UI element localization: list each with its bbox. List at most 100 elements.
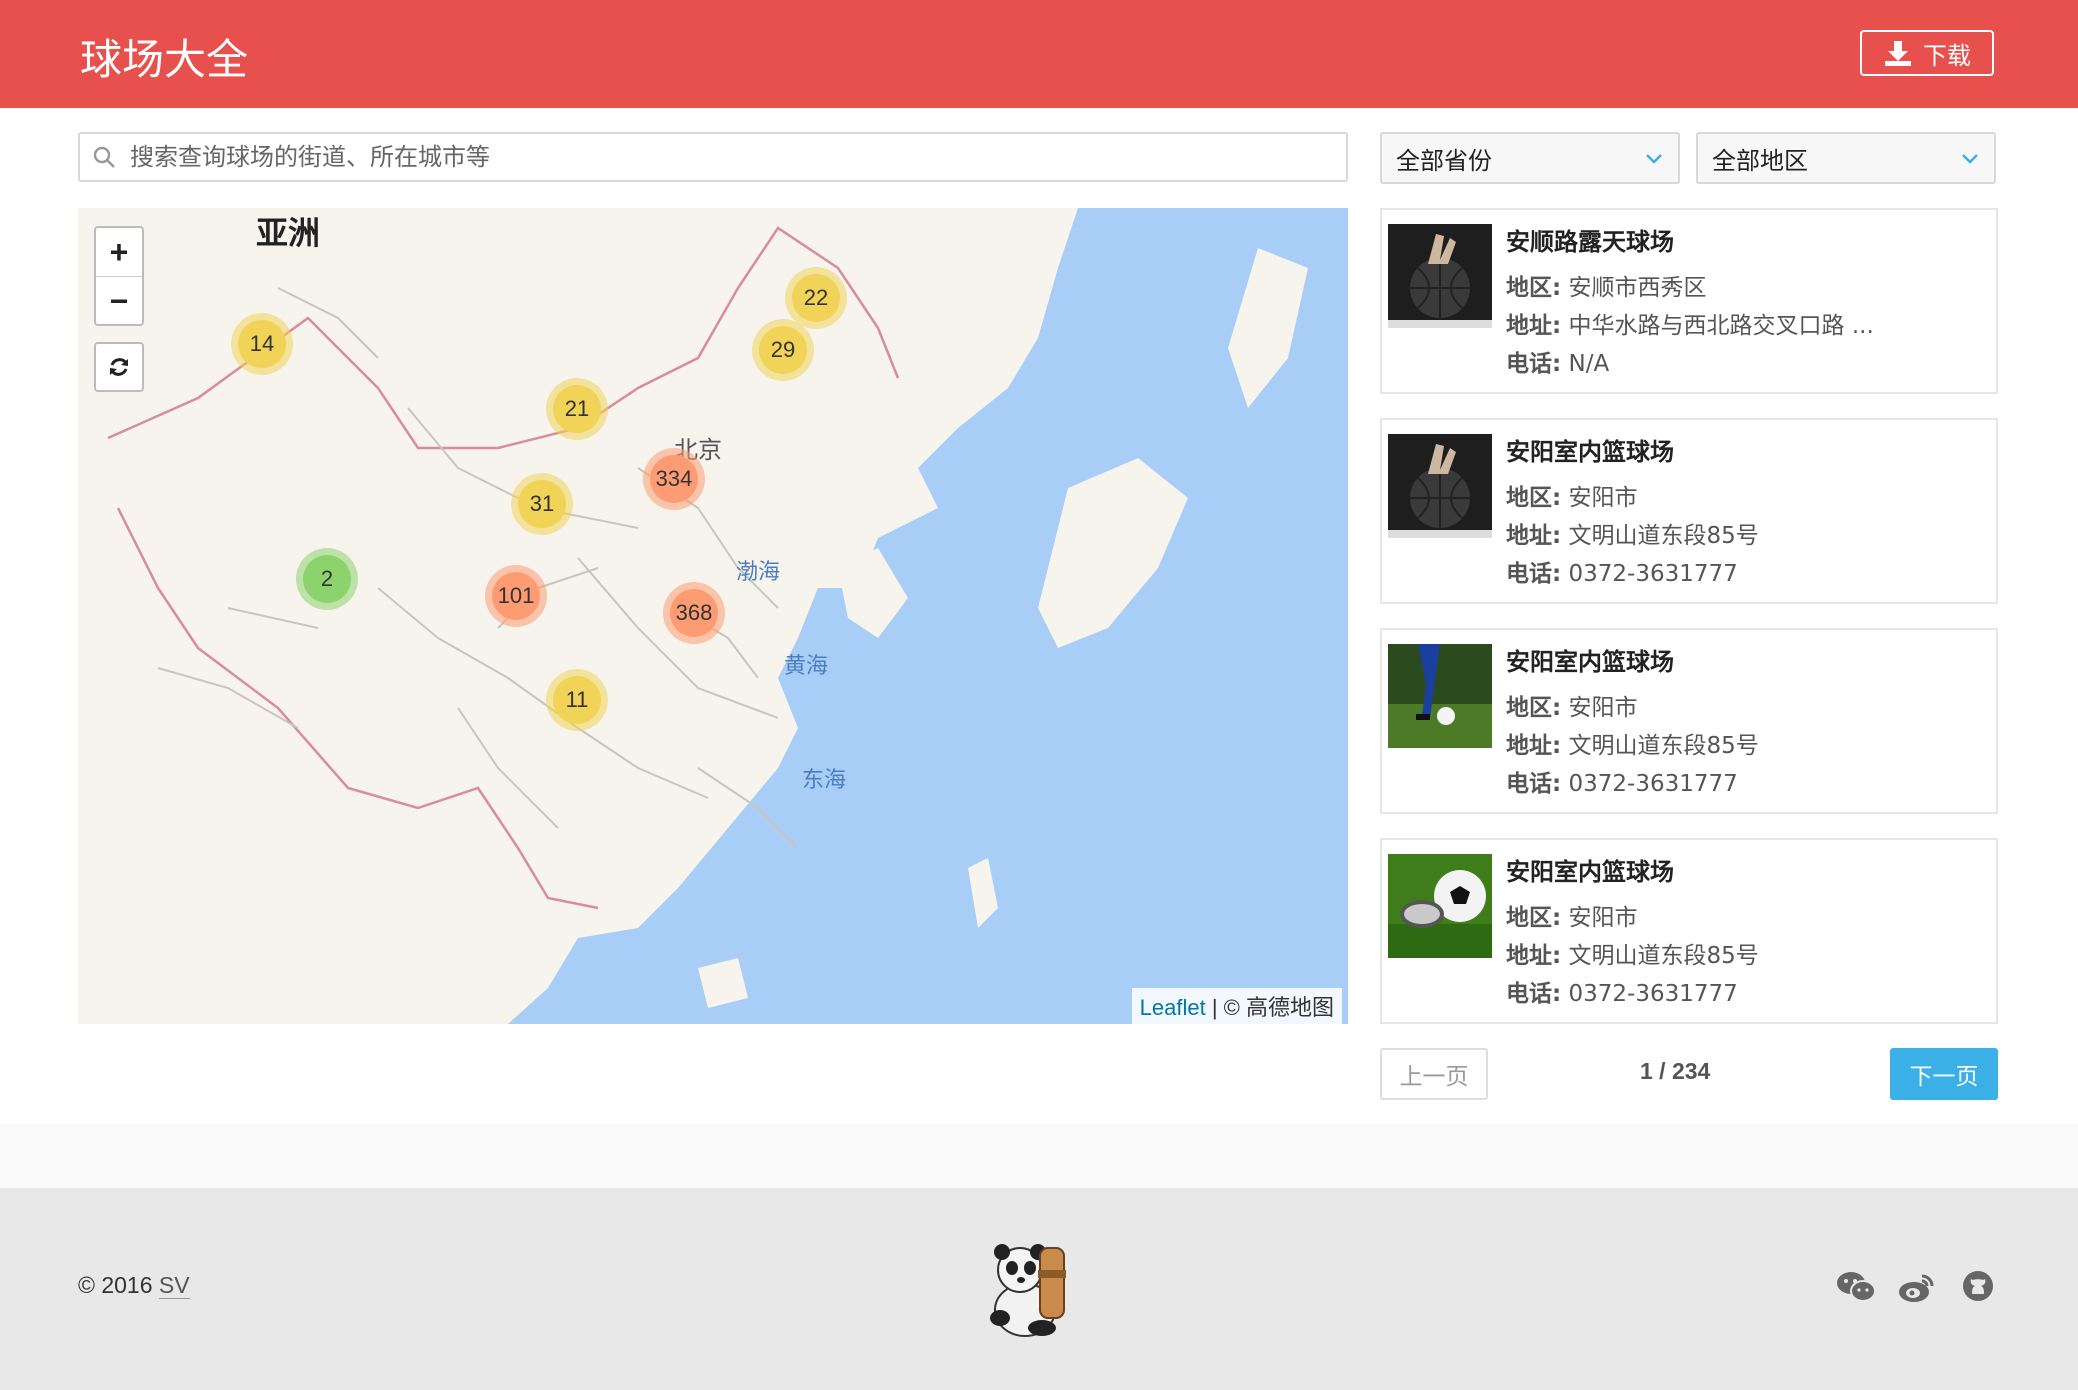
- cluster-count: 368: [670, 589, 718, 637]
- map-view[interactable]: 亚洲 北京 渤海 黄海 东海 14 22 29 21 334 31 2 101 368 11 + …: [78, 208, 1348, 1024]
- court-phone: 0372-3631777: [1568, 561, 1738, 587]
- court-region-row: 地区: 安阳市: [1506, 478, 1638, 512]
- court-address: 中华水路与西北路交叉口路 ...: [1568, 313, 1874, 339]
- court-card[interactable]: 安阳室内篮球场 地区: 安阳市 地址: 文明山道东段85号 电话: 0372-3631…: [1380, 628, 1998, 814]
- prev-page-button[interactable]: 上一页: [1380, 1048, 1488, 1100]
- court-thumbnail: [1388, 224, 1492, 328]
- court-phone: N/A: [1568, 351, 1610, 377]
- court-region-row: 地区: 安阳市: [1506, 898, 1638, 932]
- court-region-row: 地区: 安顺市西秀区: [1506, 268, 1707, 302]
- panda-mascot-icon: [990, 1244, 1066, 1337]
- next-page-button[interactable]: 下一页: [1890, 1048, 1998, 1100]
- court-address-row: 地址: 文明山道东段85号: [1506, 936, 1759, 970]
- cluster-marker[interactable]: 2: [296, 548, 358, 610]
- court-address-row: 地址: 文明山道东段85号: [1506, 516, 1759, 550]
- search-icon: [93, 146, 115, 168]
- cluster-marker[interactable]: 11: [546, 669, 608, 731]
- court-phone: 0372-3631777: [1568, 771, 1738, 797]
- cluster-count: 21: [553, 385, 601, 433]
- copyright-text: © 2016: [78, 1272, 153, 1298]
- court-name: 安阳室内篮球场: [1506, 858, 1674, 886]
- court-name: 安阳室内篮球场: [1506, 648, 1674, 676]
- court-region: 安阳市: [1568, 905, 1638, 931]
- region-select[interactable]: 全部地区: [1696, 132, 1996, 184]
- chevron-down-icon: [1646, 154, 1662, 164]
- region-label: 地区:: [1506, 485, 1562, 511]
- reset-view-button[interactable]: [94, 342, 144, 392]
- court-address: 文明山道东段85号: [1568, 733, 1759, 759]
- province-select[interactable]: 全部省份: [1380, 132, 1680, 184]
- court-thumbnail: [1388, 434, 1492, 538]
- court-address-row: 地址: 中华水路与西北路交叉口路 ...: [1506, 306, 1874, 340]
- region-label: 地区:: [1506, 275, 1562, 301]
- weibo-icon[interactable]: [1898, 1270, 1936, 1304]
- spacer-band: [0, 1124, 2078, 1188]
- court-thumbnail: [1388, 854, 1492, 958]
- cluster-marker[interactable]: 14: [231, 313, 293, 375]
- sea-label-bohai: 渤海: [736, 560, 781, 585]
- region-select-value: 全部地区: [1712, 146, 1808, 175]
- download-label: 下载: [1923, 41, 1971, 70]
- court-name: 安顺路露天球场: [1506, 228, 1674, 256]
- cluster-count: 11: [553, 676, 601, 724]
- address-label: 地址:: [1506, 523, 1562, 549]
- search-box: [78, 132, 1348, 182]
- author-link[interactable]: SV: [158, 1272, 190, 1299]
- continent-label: 亚洲: [256, 214, 321, 252]
- search-input[interactable]: [128, 142, 1312, 172]
- court-region: 安顺市西秀区: [1568, 275, 1707, 301]
- court-phone-row: 电话: N/A: [1506, 344, 1609, 378]
- zoom-out-button[interactable]: −: [96, 277, 142, 325]
- address-label: 地址:: [1506, 313, 1562, 339]
- zoom-in-button[interactable]: +: [96, 228, 142, 277]
- cluster-count: 2: [303, 555, 351, 603]
- region-label: 地区:: [1506, 905, 1562, 931]
- cluster-marker[interactable]: 22: [785, 267, 847, 329]
- court-phone: 0372-3631777: [1568, 981, 1738, 1007]
- site-title[interactable]: 球场大全: [80, 26, 248, 87]
- court-phone-row: 电话: 0372-3631777: [1506, 974, 1738, 1008]
- cluster-marker[interactable]: 101: [485, 565, 547, 627]
- page-indicator: 1 / 234: [1640, 1058, 1711, 1084]
- court-name: 安阳室内篮球场: [1506, 438, 1674, 466]
- cluster-count: 14: [238, 320, 286, 368]
- phone-label: 电话:: [1506, 561, 1562, 587]
- address-label: 地址:: [1506, 943, 1562, 969]
- cluster-count: 22: [792, 274, 840, 322]
- attribution-text: | © 高德地图: [1211, 995, 1334, 1020]
- court-card[interactable]: 安阳室内篮球场 地区: 安阳市 地址: 文明山道东段85号 电话: 0372-3631…: [1380, 418, 1998, 604]
- cluster-marker[interactable]: 31: [511, 473, 573, 535]
- court-region: 安阳市: [1568, 695, 1638, 721]
- court-card[interactable]: 安顺路露天球场 地区: 安顺市西秀区 地址: 中华水路与西北路交叉口路 ... 电话:…: [1380, 208, 1998, 394]
- cluster-marker[interactable]: 334: [643, 448, 705, 510]
- chevron-down-icon: [1962, 154, 1978, 164]
- cluster-count: 101: [492, 572, 540, 620]
- province-select-value: 全部省份: [1396, 146, 1492, 175]
- court-address: 文明山道东段85号: [1568, 943, 1759, 969]
- court-region: 安阳市: [1568, 485, 1638, 511]
- top-navbar: 球场大全 下载: [0, 0, 2078, 108]
- download-button[interactable]: 下载: [1860, 30, 1994, 76]
- address-label: 地址:: [1506, 733, 1562, 759]
- sea-label-donghai: 东海: [802, 768, 847, 793]
- phone-label: 电话:: [1506, 771, 1562, 797]
- cluster-count: 29: [759, 326, 807, 374]
- map-attribution: Leaflet | © 高德地图: [1131, 988, 1342, 1024]
- cluster-marker[interactable]: 368: [663, 582, 725, 644]
- court-card[interactable]: 安阳室内篮球场 地区: 安阳市 地址: 文明山道东段85号 电话: 0372-3631…: [1380, 838, 1998, 1024]
- phone-label: 电话:: [1506, 351, 1562, 377]
- court-address: 文明山道东段85号: [1568, 523, 1759, 549]
- leaflet-link[interactable]: Leaflet: [1140, 995, 1206, 1020]
- cluster-marker[interactable]: 21: [546, 378, 608, 440]
- court-thumbnail: [1388, 644, 1492, 748]
- cluster-marker[interactable]: 29: [752, 319, 814, 381]
- cluster-count: 334: [650, 455, 698, 503]
- region-label: 地区:: [1506, 695, 1562, 721]
- court-phone-row: 电话: 0372-3631777: [1506, 764, 1738, 798]
- zoom-control: + −: [94, 226, 144, 326]
- cluster-count: 31: [518, 480, 566, 528]
- wechat-icon[interactable]: [1836, 1270, 1876, 1304]
- github-icon[interactable]: [1962, 1270, 1994, 1302]
- sea-label-huanghai: 黄海: [784, 654, 829, 679]
- download-icon: [1885, 41, 1911, 66]
